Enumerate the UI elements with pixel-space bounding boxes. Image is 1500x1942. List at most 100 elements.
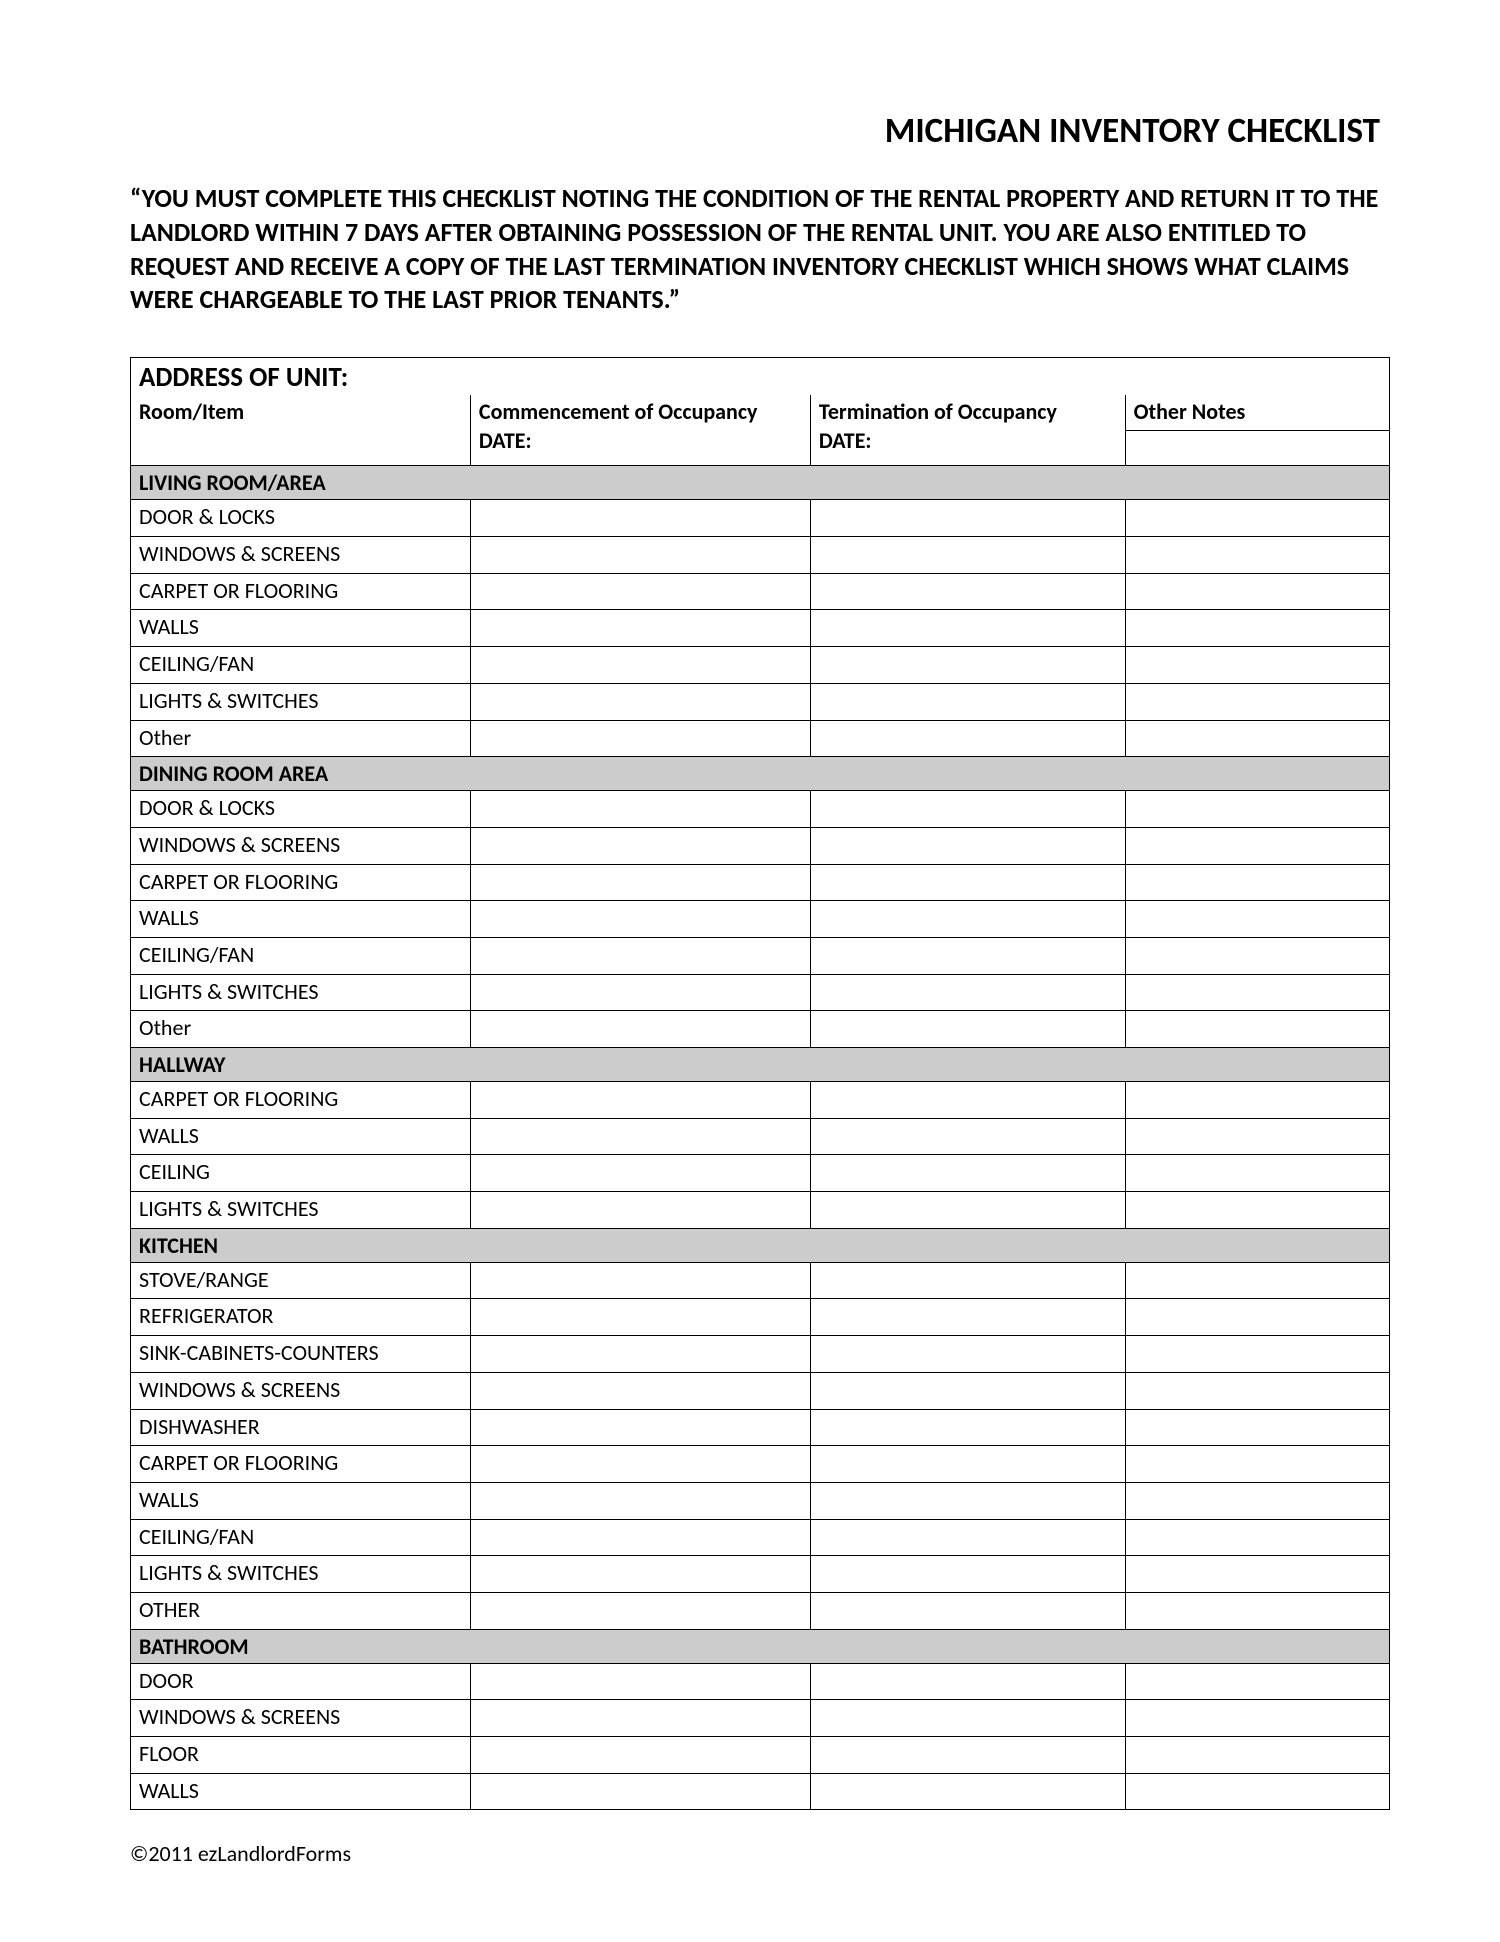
- notes-cell[interactable]: [1125, 647, 1389, 684]
- notes-cell[interactable]: [1125, 864, 1389, 901]
- commencement-cell[interactable]: [470, 1737, 810, 1774]
- commencement-cell[interactable]: [470, 901, 810, 938]
- termination-cell[interactable]: [810, 1737, 1125, 1774]
- commencement-cell[interactable]: [470, 1082, 810, 1119]
- notes-cell[interactable]: [1125, 1155, 1389, 1192]
- notes-cell[interactable]: [1125, 1082, 1389, 1119]
- notes-cell[interactable]: [1125, 937, 1389, 974]
- termination-cell[interactable]: [810, 937, 1125, 974]
- col-termination: Termination of Occupancy DATE:: [810, 395, 1125, 466]
- commencement-cell[interactable]: [470, 537, 810, 574]
- notes-cell[interactable]: [1125, 827, 1389, 864]
- section-heading-row: DINING ROOM AREA: [131, 757, 1390, 791]
- notes-cell[interactable]: [1125, 1409, 1389, 1446]
- commencement-cell[interactable]: [470, 1556, 810, 1593]
- notes-cell[interactable]: [1125, 1700, 1389, 1737]
- commencement-cell[interactable]: [470, 500, 810, 537]
- termination-cell[interactable]: [810, 1155, 1125, 1192]
- commencement-cell[interactable]: [470, 1299, 810, 1336]
- commencement-cell[interactable]: [470, 1592, 810, 1629]
- notes-cell[interactable]: [1125, 720, 1389, 757]
- col-room: Room/Item: [131, 395, 471, 466]
- notes-cell[interactable]: [1125, 610, 1389, 647]
- notes-cell[interactable]: [1125, 1446, 1389, 1483]
- commencement-cell[interactable]: [470, 1336, 810, 1373]
- termination-cell[interactable]: [810, 1192, 1125, 1229]
- commencement-cell[interactable]: [470, 1192, 810, 1229]
- termination-cell[interactable]: [810, 1556, 1125, 1593]
- commencement-cell[interactable]: [470, 1446, 810, 1483]
- termination-cell[interactable]: [810, 1118, 1125, 1155]
- commencement-cell[interactable]: [470, 1262, 810, 1299]
- termination-cell[interactable]: [810, 1700, 1125, 1737]
- notes-cell[interactable]: [1125, 1262, 1389, 1299]
- termination-cell[interactable]: [810, 610, 1125, 647]
- termination-cell[interactable]: [810, 1372, 1125, 1409]
- termination-cell[interactable]: [810, 1011, 1125, 1048]
- termination-cell[interactable]: [810, 1336, 1125, 1373]
- commencement-cell[interactable]: [470, 610, 810, 647]
- commencement-cell[interactable]: [470, 1372, 810, 1409]
- termination-cell[interactable]: [810, 827, 1125, 864]
- notes-cell[interactable]: [1125, 974, 1389, 1011]
- commencement-cell[interactable]: [470, 1409, 810, 1446]
- termination-cell[interactable]: [810, 500, 1125, 537]
- termination-cell[interactable]: [810, 1592, 1125, 1629]
- commencement-cell[interactable]: [470, 1663, 810, 1700]
- termination-cell[interactable]: [810, 683, 1125, 720]
- commencement-cell[interactable]: [470, 720, 810, 757]
- commencement-cell[interactable]: [470, 1118, 810, 1155]
- termination-cell[interactable]: [810, 537, 1125, 574]
- commencement-cell[interactable]: [470, 827, 810, 864]
- notes-cell[interactable]: [1125, 573, 1389, 610]
- notes-cell[interactable]: [1125, 1372, 1389, 1409]
- notes-cell[interactable]: [1125, 500, 1389, 537]
- notes-cell[interactable]: [1125, 1592, 1389, 1629]
- notes-cell[interactable]: [1125, 537, 1389, 574]
- termination-cell[interactable]: [810, 1409, 1125, 1446]
- commencement-cell[interactable]: [470, 791, 810, 828]
- commencement-cell[interactable]: [470, 1011, 810, 1048]
- commencement-cell[interactable]: [470, 1155, 810, 1192]
- notes-cell[interactable]: [1125, 1192, 1389, 1229]
- commencement-cell[interactable]: [470, 1700, 810, 1737]
- notes-cell[interactable]: [1125, 1773, 1389, 1810]
- termination-cell[interactable]: [810, 1299, 1125, 1336]
- termination-cell[interactable]: [810, 1446, 1125, 1483]
- termination-cell[interactable]: [810, 974, 1125, 1011]
- commencement-cell[interactable]: [470, 974, 810, 1011]
- commencement-cell[interactable]: [470, 683, 810, 720]
- termination-cell[interactable]: [810, 1773, 1125, 1810]
- notes-label: Other Notes: [1126, 395, 1389, 431]
- notes-cell[interactable]: [1125, 1482, 1389, 1519]
- notes-cell[interactable]: [1125, 901, 1389, 938]
- commencement-cell[interactable]: [470, 1482, 810, 1519]
- notes-cell[interactable]: [1125, 1011, 1389, 1048]
- commencement-cell[interactable]: [470, 1773, 810, 1810]
- commencement-cell[interactable]: [470, 1519, 810, 1556]
- termination-cell[interactable]: [810, 901, 1125, 938]
- notes-cell[interactable]: [1125, 1556, 1389, 1593]
- termination-cell[interactable]: [810, 864, 1125, 901]
- notes-cell[interactable]: [1125, 1118, 1389, 1155]
- notes-cell[interactable]: [1125, 1519, 1389, 1556]
- notes-cell[interactable]: [1125, 791, 1389, 828]
- commencement-cell[interactable]: [470, 937, 810, 974]
- termination-cell[interactable]: [810, 1262, 1125, 1299]
- termination-cell[interactable]: [810, 1082, 1125, 1119]
- termination-cell[interactable]: [810, 1519, 1125, 1556]
- notes-cell[interactable]: [1125, 1737, 1389, 1774]
- commencement-cell[interactable]: [470, 864, 810, 901]
- notes-cell[interactable]: [1125, 1299, 1389, 1336]
- notes-cell[interactable]: [1125, 1336, 1389, 1373]
- commencement-cell[interactable]: [470, 573, 810, 610]
- notes-cell[interactable]: [1125, 1663, 1389, 1700]
- termination-cell[interactable]: [810, 720, 1125, 757]
- termination-cell[interactable]: [810, 791, 1125, 828]
- termination-cell[interactable]: [810, 573, 1125, 610]
- notes-cell[interactable]: [1125, 683, 1389, 720]
- termination-cell[interactable]: [810, 1482, 1125, 1519]
- commencement-cell[interactable]: [470, 647, 810, 684]
- termination-cell[interactable]: [810, 1663, 1125, 1700]
- termination-cell[interactable]: [810, 647, 1125, 684]
